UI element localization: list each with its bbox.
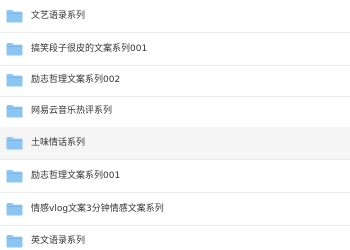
folder-icon bbox=[6, 9, 23, 23]
folder-name: 励志哲理文案系列002 bbox=[31, 75, 121, 85]
folder-name: 情感vlog文案3分钟情感文案系列 bbox=[31, 204, 164, 214]
folder-icon bbox=[6, 136, 23, 150]
folder-row[interactable]: 文艺语录系列 bbox=[0, 0, 350, 33]
folder-icon bbox=[6, 42, 23, 56]
folder-icon bbox=[6, 202, 23, 216]
folder-icon bbox=[6, 73, 23, 87]
folder-name: 土味情话系列 bbox=[31, 138, 86, 148]
folder-name: 文艺语录系列 bbox=[31, 11, 86, 21]
folder-row[interactable]: 情感vlog文案3分钟情感文案系列 bbox=[0, 193, 350, 226]
folder-name: 英文语录系列 bbox=[31, 236, 86, 246]
folder-name: 网易云音乐热评系列 bbox=[31, 106, 113, 116]
folder-row[interactable]: 网易云音乐热评系列 bbox=[0, 95, 350, 128]
folder-name: 励志哲理文案系列001 bbox=[31, 171, 121, 181]
folder-row[interactable]: 英文语录系列 bbox=[0, 225, 350, 250]
folder-list: 文艺语录系列 搞笑段子很皮的文案系列001 励志哲理文案系列002 网易云音乐热… bbox=[0, 0, 350, 250]
folder-row[interactable]: 土味情话系列 bbox=[0, 127, 350, 160]
folder-name: 搞笑段子很皮的文案系列001 bbox=[31, 44, 148, 54]
folder-row[interactable]: 搞笑段子很皮的文案系列001 bbox=[0, 33, 350, 66]
folder-icon bbox=[6, 169, 23, 183]
folder-icon bbox=[6, 104, 23, 118]
folder-row[interactable]: 励志哲理文案系列001 bbox=[0, 160, 350, 193]
folder-row[interactable]: 励志哲理文案系列002 bbox=[0, 64, 350, 97]
folder-icon bbox=[6, 234, 23, 248]
